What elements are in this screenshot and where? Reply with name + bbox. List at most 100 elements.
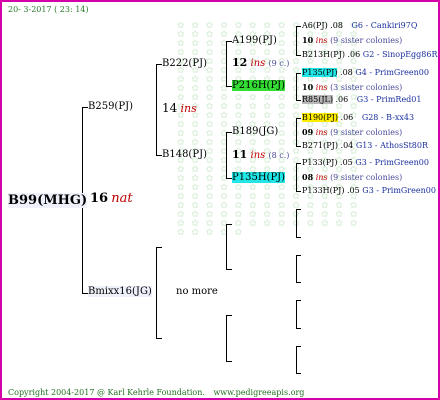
gen4-row-9: B271(PJ) .04 G13 - AthosSt80R [302, 141, 428, 150]
gen4-r4-tick [296, 73, 301, 74]
gen4-row-12: P133H(PJ) .05 G3 - PrimGreen00 [302, 186, 436, 195]
gen4-r1-tick [296, 26, 301, 27]
gen4-r12-num: .05 [347, 186, 360, 195]
gen4-r9-tick [296, 146, 301, 147]
gen4-r7-link[interactable]: G28 - B-xx43 [362, 113, 414, 122]
gen4-empty4-connector [296, 346, 297, 374]
gen4-empty3-tick1 [296, 300, 301, 301]
gen3-a1-queen[interactable]: A199(PJ) [232, 35, 277, 46]
gen4-empty4-tick1 [296, 346, 301, 347]
gen2-a-stats: 12 ins (9 c.) [232, 56, 289, 69]
dam-gen3-bottom-tick1 [226, 315, 232, 316]
gen4-row-2: 10 ins (9 sister colonies) [302, 35, 402, 45]
gen2-b-num: 11 [232, 148, 248, 161]
gen2-a-num: 12 [232, 56, 248, 69]
gen4-r4-num: .08 [340, 68, 353, 77]
gen4-r3-num: .06 [347, 50, 361, 59]
dam-gen3-top-tick1 [226, 224, 232, 225]
gen4-row-6: R85(JL) .06 G3 - PrimRed01 [302, 95, 421, 104]
dam-gen3-bottom-connector [226, 315, 227, 362]
gen4-r6-queen[interactable]: R85(JL) [302, 95, 333, 104]
gen4-r4-link[interactable]: G4 - PrimGreen00 [355, 68, 429, 77]
gen4-r3-link[interactable]: G2 - SinopEgg86R [363, 50, 438, 59]
gen4-row-11: 08 ins (9 sister colonies) [302, 172, 402, 182]
dam-gen3-top-tick2 [226, 269, 232, 270]
sire-queen[interactable]: B259(PJ) [88, 101, 133, 112]
gen2-a-queen[interactable]: B222(PJ) [162, 58, 207, 69]
gen2-a-ins: ins [250, 58, 266, 69]
gen3-b1-queen[interactable]: B189(JG) [232, 126, 278, 137]
gen4-r11-ins: ins [315, 173, 328, 182]
footer-copyright: Copyright 2004-2017 @ Karl Kehrle Founda… [8, 388, 304, 397]
gen4-r1-queen[interactable]: A6(PJ) [302, 21, 328, 30]
gen2-b-ins: ins [250, 150, 266, 161]
gen4-r6-link[interactable]: G3 - PrimRed01 [357, 95, 422, 104]
gen3-b-connector [226, 132, 227, 179]
gen4-r11-note: (9 sister colonies) [330, 173, 403, 182]
gen4-r8-ins: ins [315, 128, 328, 137]
gen2-b-stats: 11 ins (8 c.) [232, 148, 289, 161]
header-date: 20- 3-2017 ( 23: 14) [8, 5, 89, 14]
gen3-a-connector [226, 41, 227, 87]
gen4-group2-connector [296, 73, 297, 101]
gen4-r2-ins: ins [315, 36, 328, 45]
gen4-r7-queen[interactable]: B190(PJ) [302, 113, 338, 122]
gen4-r2-note: (9 sister colonies) [330, 36, 403, 45]
gen4-row-7: B190(PJ) .06 G28 - B-xx43 [302, 113, 414, 122]
gen4-row-4: P135(PJ) .08 G4 - PrimGreen00 [302, 68, 429, 77]
gen4-r12-queen[interactable]: P133H(PJ) [302, 186, 344, 195]
dam-gen3-top-connector [226, 224, 227, 270]
gen4-r9-link[interactable]: G13 - AthosSt80R [356, 141, 428, 150]
gen4-r10-link[interactable]: G3 - PrimGreen00 [355, 158, 429, 167]
root-num: 16 [90, 191, 109, 206]
gen4-r12-link[interactable]: G3 - PrimGreen00 [362, 186, 436, 195]
gen4-r1-num: .08 [330, 21, 343, 30]
gen4-r10-tick [296, 163, 301, 164]
gen4-empty1-tick2 [296, 237, 301, 238]
footer-url[interactable]: www.pedigreeapis.org [213, 388, 304, 397]
gen4-r5-ins: ins [315, 83, 328, 92]
sire-stats: 14 ins [162, 101, 197, 115]
gen2-a-colonies: (9 c.) [268, 59, 290, 68]
gen4-empty3-tick2 [296, 328, 301, 329]
gen4-empty1-tick1 [296, 209, 301, 210]
gen3-a2-queen[interactable]: P216H(PJ) [232, 80, 286, 91]
gen4-r8-note: (9 sister colonies) [330, 128, 403, 137]
gen4-r3-tick [296, 55, 301, 56]
gen4-r2-num: 10 [302, 35, 314, 45]
sire-tag: ins [180, 102, 197, 115]
gen4-empty2-tick1 [296, 255, 301, 256]
gen2-connector [156, 64, 157, 156]
gen4-r12-tick [296, 191, 301, 192]
gen4-r9-queen[interactable]: B271(PJ) [302, 141, 338, 150]
root-stats: 16 nat [90, 191, 133, 206]
gen4-empty1-connector [296, 209, 297, 238]
gen4-r3-queen[interactable]: B213H(PJ) [302, 50, 345, 59]
gen4-r10-queen[interactable]: P133(PJ) [302, 158, 337, 167]
gen4-empty2-connector [296, 255, 297, 283]
gen3-b2-queen[interactable]: P135H(PJ) [232, 172, 286, 183]
dam-gen2-top-tick [156, 247, 162, 248]
gen4-r6-tick [296, 100, 301, 101]
gen4-group4-connector [296, 163, 297, 192]
gen4-empty3-connector [296, 300, 297, 329]
gen4-empty2-tick2 [296, 282, 301, 283]
gen4-r1-link[interactable]: G6 - Cankiri97Q [352, 21, 418, 30]
gen4-r5-num: 10 [302, 82, 314, 92]
gen2-b-colonies: (8 c.) [268, 151, 290, 160]
gen4-row-10: P133(PJ) .05 G3 - PrimGreen00 [302, 158, 429, 167]
root-tag: nat [111, 191, 133, 206]
gen4-group3-connector [296, 118, 297, 147]
gen4-r5-note: (3 sister colonies) [330, 83, 403, 92]
gen2-b-queen[interactable]: B148(PJ) [162, 149, 207, 160]
dam-gen2-connector [156, 247, 157, 339]
dam-queen[interactable]: Bmixx16(JG) [88, 286, 152, 297]
gen4-r7-num: .06 [340, 113, 354, 122]
gen4-r4-queen[interactable]: P135(PJ) [302, 68, 338, 77]
pedigree-panel: ✿ ✿ ✿ ✿ ✿ ✿ ✿ ✿ ✿ ✿ ✿ ✿ ✿ ✿ ✿ ✿ ✿ ✿ ✿ ✿ … [0, 0, 440, 400]
gen4-r6-num: .06 [335, 95, 349, 104]
root-queen[interactable]: B99(MHG) [8, 193, 88, 208]
gen4-row-8: 09 ins (9 sister colonies) [302, 127, 402, 137]
gen4-r10-num: .05 [340, 158, 353, 167]
footer-copyright-text: Copyright 2004-2017 @ Karl Kehrle Founda… [8, 388, 205, 397]
